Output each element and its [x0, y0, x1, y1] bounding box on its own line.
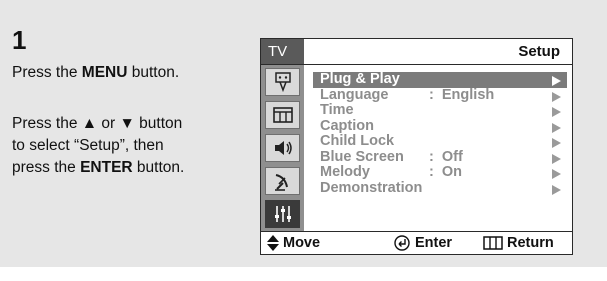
instruction-select-setup: Press the ▲ or ▼ button to select “Setup… — [12, 113, 252, 179]
menu-item-time[interactable]: Time — [313, 102, 567, 119]
chevron-right-icon — [552, 169, 561, 179]
enter-icon — [394, 235, 410, 251]
footer-return: Return — [483, 232, 554, 255]
osd-footer: Move Enter Return — [261, 231, 572, 255]
down-arrow-icon: ▼ — [119, 115, 135, 132]
menu-item-label: Blue Screen — [320, 148, 404, 165]
setup-menu-list: Plug & Play Language : English Time Capt… — [313, 71, 567, 197]
osd-header: TV Setup — [261, 39, 572, 65]
menu-item-label: Time — [320, 102, 354, 118]
return-menu-icon — [483, 236, 503, 250]
satellite-dish-icon[interactable] — [265, 167, 300, 195]
menu-item-blue-screen[interactable]: Blue Screen : Off — [313, 148, 567, 166]
osd-title: Setup — [518, 43, 560, 60]
antenna-input-icon[interactable] — [265, 68, 300, 96]
footer-enter: Enter — [393, 232, 452, 255]
chevron-right-icon — [552, 138, 561, 148]
menu-item-label: Melody — [320, 164, 370, 180]
instruction-text: press the — [12, 159, 81, 176]
footer-move-label: Move — [283, 235, 321, 251]
tv-osd-menu: TV Setup Plug & Play Language: English … — [260, 38, 573, 255]
menu-item-language[interactable]: Language : English — [313, 86, 567, 104]
footer-return-label: Return — [507, 235, 554, 251]
menu-item-value: : English — [429, 86, 495, 103]
chevron-right-icon — [552, 153, 561, 164]
instruction-text: Press the — [12, 115, 82, 132]
menu-item-caption[interactable]: Caption — [313, 117, 567, 135]
menu-item-label: Demonstration — [320, 179, 423, 196]
enter-keyword: ENTER — [80, 159, 133, 176]
instruction-text: or — [97, 115, 120, 132]
instruction-text: button. — [127, 64, 180, 81]
menu-item-value: : Off — [429, 148, 463, 165]
menu-item-label: Child Lock — [320, 133, 395, 149]
instruction-text: button. — [132, 159, 185, 176]
instruction-text: to select “Setup”, then — [12, 137, 164, 154]
osd-icon-column — [261, 65, 304, 231]
channel-list-icon[interactable] — [265, 101, 300, 129]
instruction-text: Press the — [12, 64, 82, 81]
chevron-right-icon — [552, 91, 561, 102]
instruction-panel: 1 Press the MENU button. Press the ▲ or … — [0, 0, 607, 267]
chevron-right-icon — [552, 122, 561, 133]
chevron-right-icon — [552, 184, 561, 195]
tv-tab[interactable]: TV — [261, 39, 304, 64]
menu-item-demonstration[interactable]: Demonstration — [313, 179, 567, 197]
chevron-right-icon — [552, 107, 561, 117]
menu-item-value: : On — [429, 164, 463, 180]
menu-item-melody[interactable]: Melody : On — [313, 164, 567, 181]
menu-item-label: Language — [320, 86, 389, 103]
chevron-right-icon — [552, 76, 561, 86]
up-arrow-icon: ▲ — [81, 115, 98, 132]
up-down-arrow-icon — [267, 235, 279, 252]
menu-keyword: MENU — [81, 64, 128, 81]
footer-move: Move — [267, 232, 320, 255]
menu-item-label: Caption — [320, 117, 374, 134]
step-number: 1 — [12, 25, 27, 55]
menu-item-label: Plug & Play — [320, 71, 400, 87]
footer-enter-label: Enter — [415, 235, 453, 251]
menu-item-plug-and-play[interactable]: Plug & Play — [313, 71, 567, 88]
menu-item-child-lock[interactable]: Child Lock — [313, 133, 567, 150]
setup-sliders-icon[interactable] — [265, 200, 300, 228]
speaker-sound-icon[interactable] — [265, 134, 300, 162]
instruction-menu: Press the MENU button. — [12, 62, 252, 84]
instruction-text: button — [134, 115, 183, 132]
